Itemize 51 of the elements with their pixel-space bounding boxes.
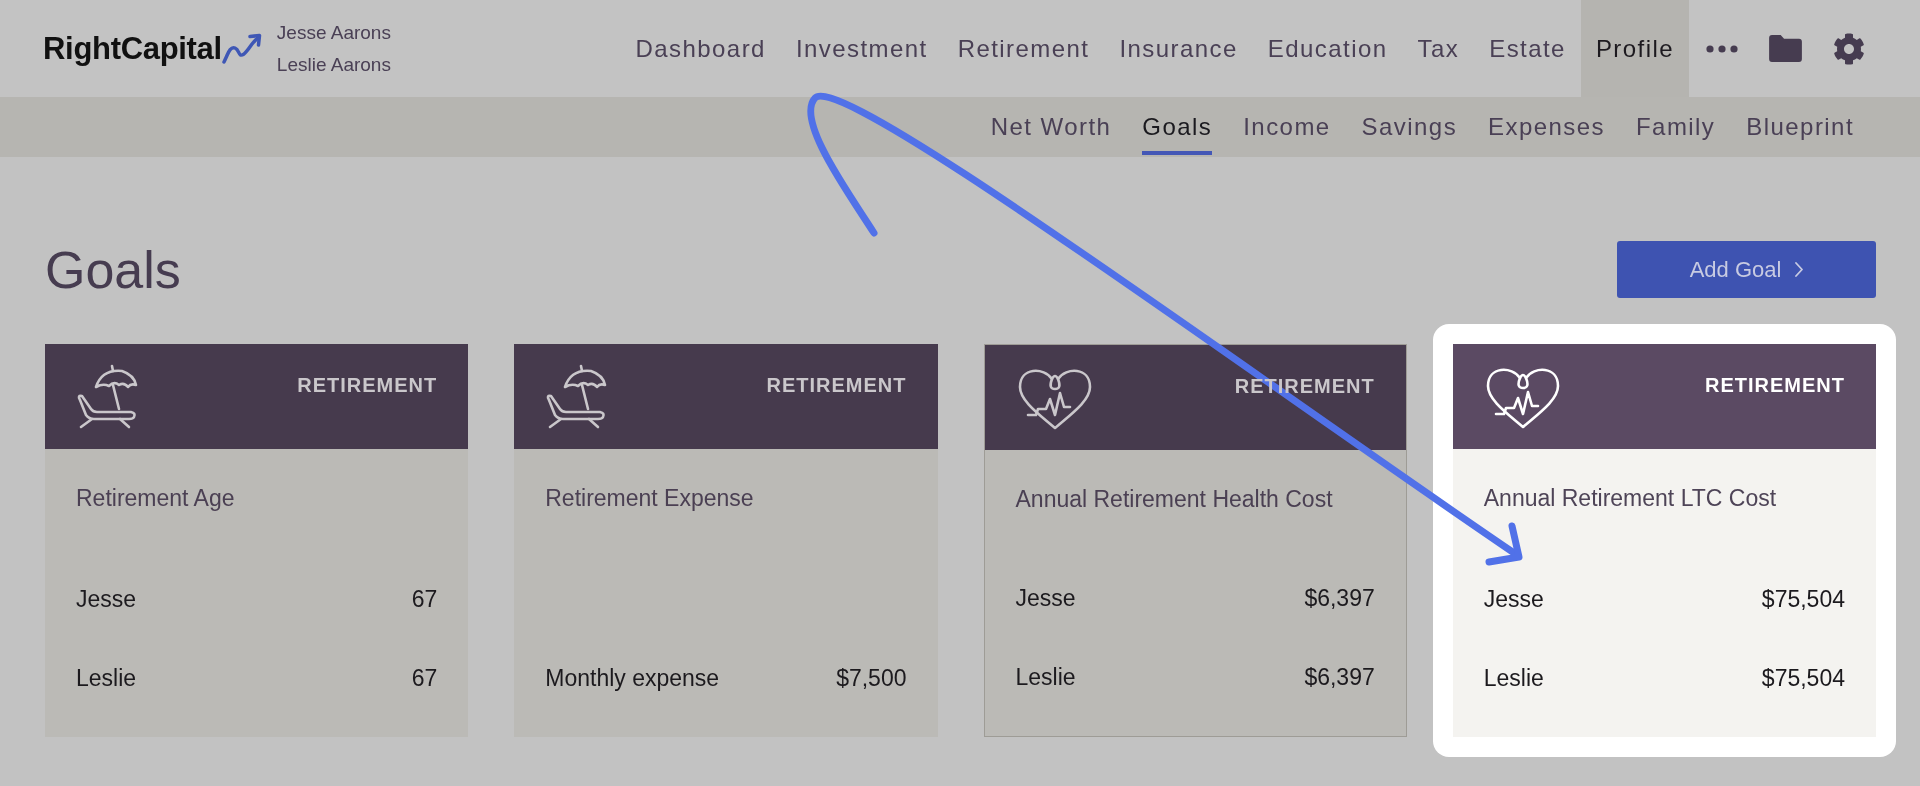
- goal-card[interactable]: RETIREMENT Retirement Expense Monthly expense $7,500: [514, 344, 938, 737]
- logo-text: RightCapital: [43, 33, 222, 64]
- row-label: Leslie: [76, 664, 137, 692]
- row-label: Jesse: [76, 585, 137, 613]
- subnav-tab[interactable]: Income: [1243, 103, 1331, 155]
- goal-card[interactable]: RETIREMENT Retirement Age Jesse 67 Leslie 67: [45, 344, 469, 737]
- row-value: $6,397: [1304, 584, 1375, 612]
- subnav-tab[interactable]: Goals: [1142, 103, 1213, 155]
- add-goal-button[interactable]: Add Goal: [1617, 241, 1876, 298]
- row-label: Jesse: [1015, 584, 1076, 612]
- row-label: Leslie: [1483, 664, 1544, 692]
- row-label: Leslie: [1015, 663, 1076, 691]
- subnav-tab[interactable]: Family: [1636, 103, 1716, 155]
- category-label: RETIREMENT: [297, 373, 438, 398]
- row-value: $6,397: [1304, 663, 1375, 691]
- beach-chair-umbrella-icon: [545, 363, 608, 430]
- chevron-right-icon: [1795, 262, 1804, 277]
- subnav-tab[interactable]: Net Worth: [990, 103, 1112, 155]
- page-title: Goals: [45, 243, 181, 296]
- beach-chair-umbrella-icon: [76, 363, 138, 430]
- subnav-tab[interactable]: Blueprint: [1746, 103, 1854, 155]
- category-label: RETIREMENT: [1705, 373, 1845, 398]
- row-label: Monthly expense: [545, 664, 720, 692]
- row-value: 67: [411, 664, 438, 692]
- nav-tab[interactable]: Tax: [1402, 0, 1475, 97]
- nav-tab[interactable]: Retirement: [942, 0, 1105, 97]
- subnav-tab[interactable]: Savings: [1361, 103, 1458, 155]
- more-icon[interactable]: [1706, 44, 1738, 53]
- row-value: $75,504: [1761, 585, 1845, 613]
- row-value: 67: [411, 585, 438, 613]
- zigzag-arrow-icon: [221, 33, 263, 64]
- goal-title: Annual Retirement LTC Cost: [1483, 484, 1777, 512]
- settings-icon[interactable]: [1833, 32, 1865, 65]
- goal-title: Retirement Age: [76, 484, 235, 512]
- goal-card[interactable]: RETIREMENT Annual Retirement LTC Cost Jesse $75,504 Leslie $75,504: [1452, 344, 1876, 737]
- row-label: Jesse: [1483, 585, 1544, 613]
- nav-tab[interactable]: Estate: [1474, 0, 1581, 97]
- nav-tab[interactable]: Investment: [780, 0, 943, 97]
- nav-tab[interactable]: Dashboard: [620, 0, 781, 97]
- category-label: RETIREMENT: [766, 373, 907, 398]
- nav-tab[interactable]: Insurance: [1104, 0, 1253, 97]
- subnav-tab[interactable]: Expenses: [1488, 103, 1605, 155]
- nav-tab[interactable]: Profile: [1580, 0, 1689, 97]
- goal-title: Retirement Expense: [545, 484, 754, 512]
- client-name: Leslie Aarons: [276, 52, 391, 77]
- folder-icon[interactable]: [1769, 35, 1802, 62]
- client-name: Jesse Aarons: [276, 20, 391, 45]
- nav-tab[interactable]: Education: [1252, 0, 1403, 97]
- goal-title: Annual Retirement Health Cost: [1015, 485, 1333, 513]
- row-value: $7,500: [836, 664, 907, 692]
- row-value: $75,504: [1761, 664, 1845, 692]
